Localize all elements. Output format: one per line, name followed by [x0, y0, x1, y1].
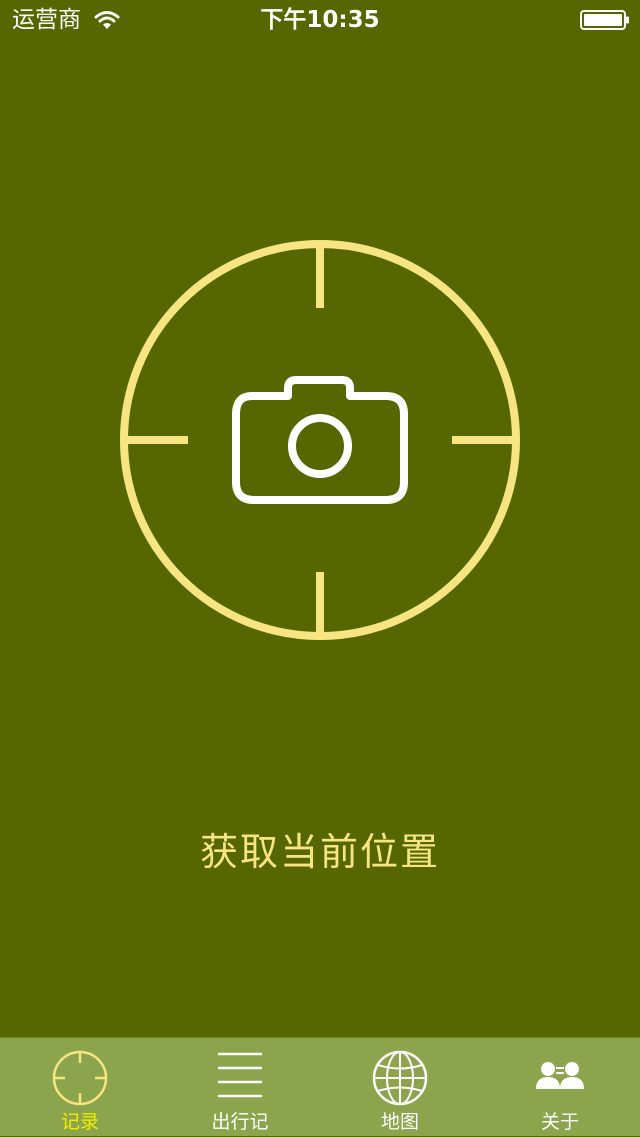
status-time: 下午10:35 — [260, 7, 380, 33]
people-icon — [530, 1048, 590, 1108]
camera-icon — [232, 376, 408, 504]
battery-level-fill — [584, 14, 622, 26]
screen: 运营商 下午10:35 获取当前位置 记录 出行记 地图 关于 — [0, 0, 640, 1136]
tab-trips[interactable]: 出行记 — [160, 1038, 320, 1137]
get-location-button[interactable] — [118, 238, 522, 642]
tab-map-label: 地图 — [380, 1111, 419, 1133]
camera-crosshair-icon — [120, 240, 520, 640]
globe-icon — [370, 1048, 430, 1108]
tab-about[interactable]: 关于 — [480, 1038, 640, 1137]
tab-record[interactable]: 记录 — [0, 1038, 160, 1137]
battery-full-icon — [580, 10, 630, 30]
crosshair-icon — [50, 1048, 110, 1108]
tab-map[interactable]: 地图 — [320, 1038, 480, 1137]
status-bar: 运营商 下午10:35 — [0, 0, 640, 40]
list-icon — [210, 1048, 270, 1108]
tab-record-label: 记录 — [60, 1111, 99, 1133]
tab-trips-label: 出行记 — [211, 1111, 269, 1133]
tab-about-label: 关于 — [540, 1111, 579, 1133]
tab-bar: 记录 出行记 地图 关于 — [0, 1037, 640, 1136]
get-location-label: 获取当前位置 — [199, 830, 440, 874]
